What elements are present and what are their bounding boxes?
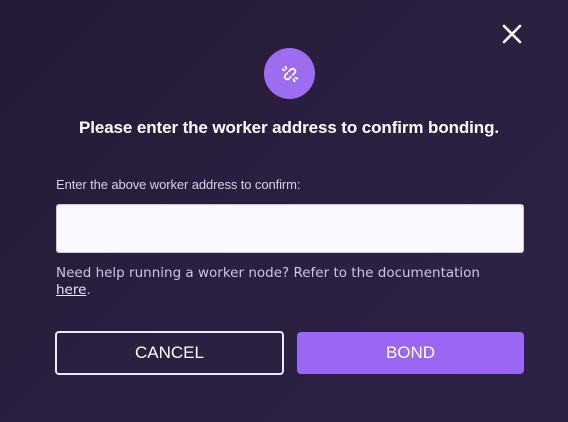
cancel-button[interactable]: CANCEL <box>55 331 284 375</box>
documentation-link[interactable]: here <box>56 282 86 298</box>
worker-address-input[interactable] <box>56 204 524 253</box>
close-icon <box>502 24 522 44</box>
cancel-button-label: CANCEL <box>135 343 204 362</box>
help-text-body: Need help running a worker node? Refer t… <box>56 265 480 281</box>
close-button[interactable] <box>500 22 524 46</box>
bond-button-label: BOND <box>385 343 436 362</box>
help-text-suffix: . <box>86 282 91 298</box>
bond-button[interactable]: BOND <box>297 332 524 374</box>
address-field-label: Enter the above worker address to confir… <box>56 177 301 192</box>
link-icon <box>281 65 298 82</box>
dialog-title: Please enter the worker address to confi… <box>78 118 499 137</box>
link-badge <box>264 48 315 99</box>
help-text: Need help running a worker node? Refer t… <box>56 265 496 299</box>
